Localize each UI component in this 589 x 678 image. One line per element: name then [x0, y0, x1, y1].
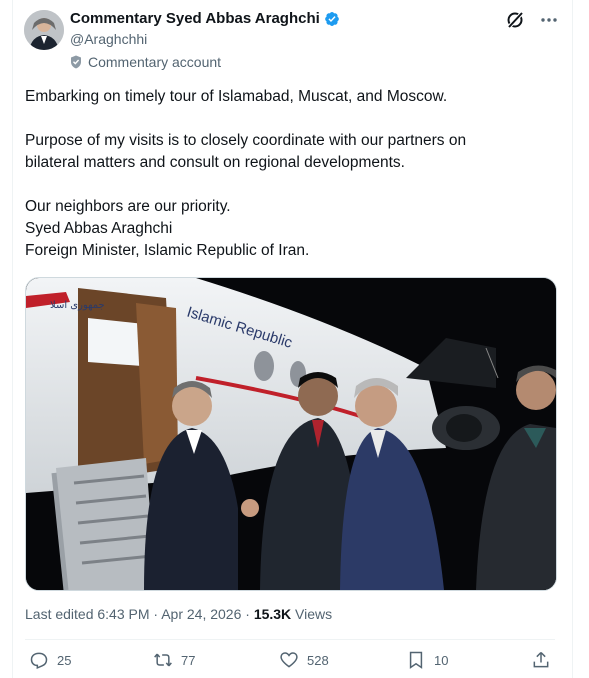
views-count: 15.3K: [253, 606, 292, 622]
repost-icon: [154, 653, 172, 667]
shield-icon: [71, 55, 81, 69]
like-button[interactable]: 528: [279, 650, 329, 670]
author-avatar[interactable]: [24, 10, 64, 50]
tweet-meta: Last edited 6:43 PM · Apr 24, 2026 · 15.…: [25, 606, 332, 622]
tweet-text-line: Our neighbors are our priority.: [25, 198, 231, 215]
reply-count: 25: [57, 652, 72, 668]
account-label-text: Commentary account: [88, 54, 222, 70]
edited-timestamp[interactable]: Last edited 6:43 PM · Apr 24, 2026 ·: [25, 606, 254, 622]
account-label: Commentary account: [70, 54, 340, 70]
more-options-icon[interactable]: [539, 10, 559, 30]
repost-button[interactable]: 77: [153, 650, 195, 670]
heart-icon: [280, 652, 298, 668]
reply-icon: [30, 652, 48, 670]
tweet-text: Embarking on timely tour of Islamabad, M…: [25, 86, 555, 262]
tweet-actions: 25 77 528 10: [25, 650, 555, 672]
author-display-name[interactable]: Commentary Syed Abbas Araghchi: [70, 10, 320, 28]
tweet-media-photo[interactable]: Islamic Republic جمهوری اسلا: [25, 277, 557, 591]
share-button[interactable]: [531, 650, 551, 670]
avatar-photo: [24, 10, 64, 50]
tweet-text-line: Foreign Minister, Islamic Republic of Ir…: [25, 242, 310, 259]
author-handle[interactable]: @Araghchhi: [70, 30, 340, 48]
bookmark-icon: [409, 651, 423, 669]
reply-button[interactable]: 25: [29, 650, 71, 670]
author-info: Commentary Syed Abbas Araghchi @Araghchh…: [70, 10, 340, 70]
tweet-top-actions: [505, 10, 559, 30]
bookmark-count: 10: [434, 652, 449, 668]
repost-count: 77: [181, 652, 196, 668]
meta-divider: [25, 639, 555, 640]
airport-arrival-photo: Islamic Republic جمهوری اسلا: [26, 278, 556, 590]
share-icon: [533, 651, 549, 668]
grok-icon[interactable]: [505, 10, 525, 30]
timeline-divider-left: [12, 0, 13, 678]
views-label: Views: [291, 606, 333, 622]
tweet-text-line: bilateral matters and consult on regiona…: [25, 154, 405, 171]
verified-badge-icon[interactable]: [324, 11, 340, 27]
aircraft-script: جمهوری اسلا: [50, 300, 105, 311]
tweet-text-line: Purpose of my visits is to closely coord…: [25, 132, 467, 149]
like-count: 528: [307, 652, 329, 668]
tweet-text-line: Syed Abbas Araghchi: [25, 220, 173, 237]
tweet-text-line: Embarking on timely tour of Islamabad, M…: [25, 88, 448, 105]
bookmark-button[interactable]: 10: [406, 650, 448, 670]
timeline-divider-right: [572, 0, 573, 678]
tweet-header: Commentary Syed Abbas Araghchi @Araghchh…: [24, 10, 559, 72]
